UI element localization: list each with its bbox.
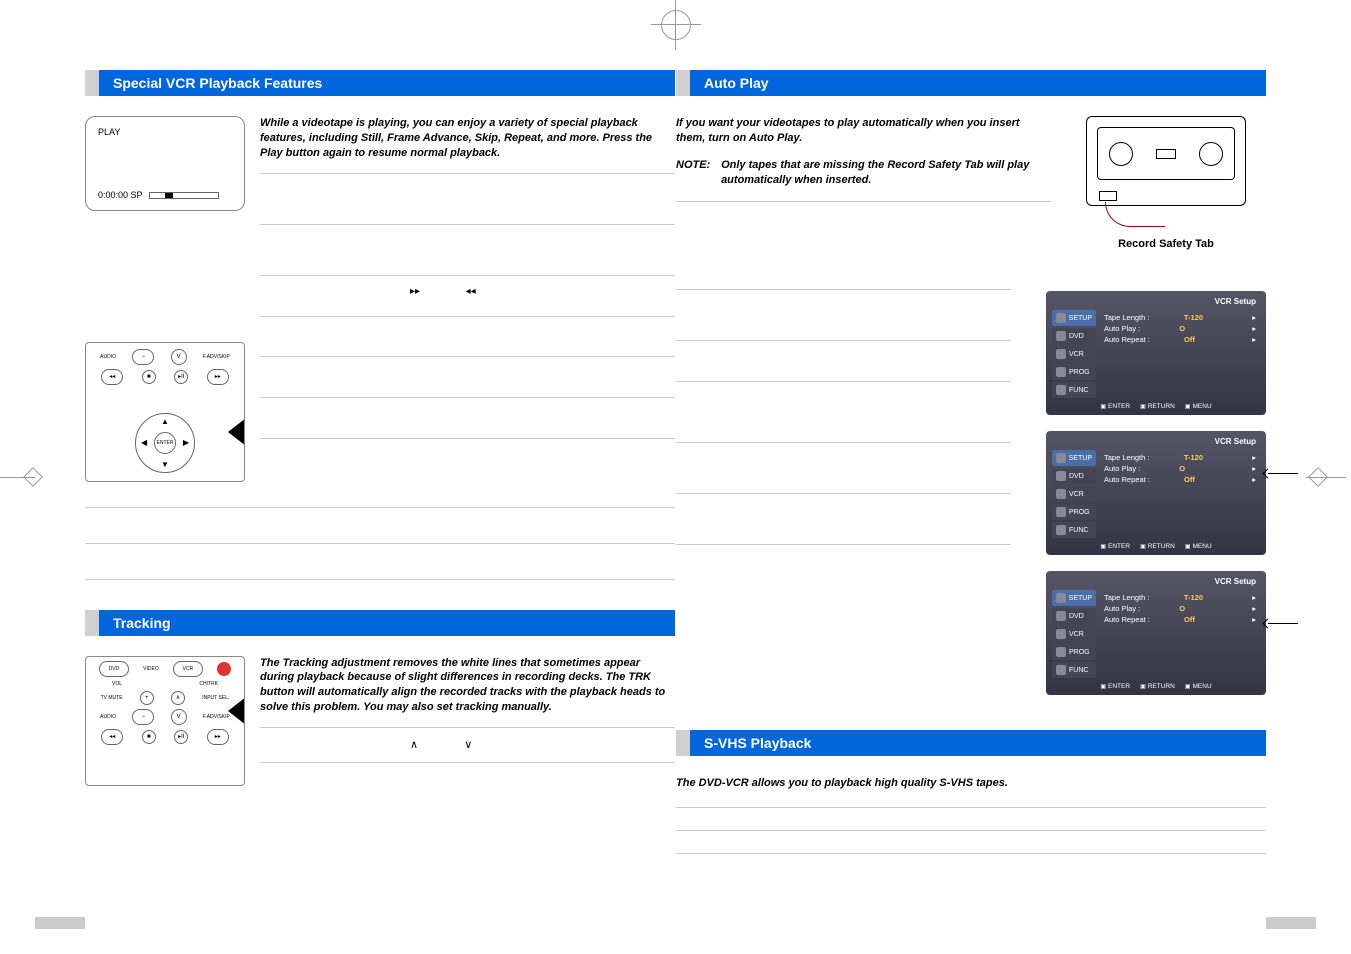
tracking-intro: The Tracking adjustment removes the whit… — [260, 656, 675, 715]
vcr-osd-display: PLAY 0:00:00 SP — [85, 116, 245, 211]
trk-up-icon: ∧ — [410, 739, 418, 751]
osd-row-autoplay: Auto Play : — [1104, 324, 1140, 333]
remote-audio-label: AUDIO — [100, 354, 116, 360]
remote-tvmute-label: TV MUTE — [101, 695, 123, 701]
section-header-autoplay: Auto Play — [676, 70, 1266, 96]
remote-dpad: ▲ ▼ ◀ ▶ ENTER — [135, 413, 195, 473]
ffwd-icon: ▸▸ — [410, 286, 420, 297]
osd-callout-arrow — [1268, 473, 1298, 474]
callout-arrow-icon — [228, 418, 245, 446]
osd-title: VCR Setup — [1050, 295, 1262, 308]
crop-mark-top — [656, 5, 696, 45]
svhs-intro: The DVD-VCR allows you to playback high … — [676, 776, 1266, 791]
footer-block-left — [35, 917, 85, 929]
rew-icon: ◂◂ — [466, 286, 476, 297]
note-label: NOTE: — [676, 158, 718, 173]
remote-dvd-btn: DVD — [99, 661, 129, 677]
osd-tab-vcr: VCR — [1069, 351, 1084, 358]
left-page: Special VCR Playback Features PLAY 0:00:… — [85, 70, 675, 870]
osd-tab-prog: PROG — [1069, 369, 1090, 376]
crop-mark-left — [0, 457, 45, 497]
autoplay-note: NOTE: Only tapes that are missing the Re… — [676, 158, 1051, 188]
osd-menu-2: VCR Setup SETUP DVD VCR PROG FUNC Tape L… — [1046, 431, 1266, 555]
crop-mark-right — [1306, 457, 1351, 497]
section-header-svhs: S-VHS Playback — [676, 730, 1266, 756]
osd-tab-func: FUNC — [1069, 387, 1088, 394]
record-safety-tab-label: Record Safety Tab — [1066, 238, 1266, 250]
right-page: Auto Play If you want your videotapes to… — [676, 70, 1266, 870]
remote-inputsel-label: INPUT SEL. — [202, 695, 229, 701]
osd-tab-dvd: DVD — [1069, 333, 1084, 340]
osd-footer-return: RETURN — [1140, 403, 1175, 410]
remote-chtrk-label: CH/TRK — [199, 681, 218, 687]
special-playback-intro: While a videotape is playing, you can en… — [260, 116, 675, 161]
cassette-illustration — [1086, 116, 1246, 206]
osd-menu-3: VCR Setup SETUP DVD VCR PROG FUNC Tape L… — [1046, 571, 1266, 695]
vcr-progress-bar — [149, 192, 219, 199]
osd-footer-enter: ENTER — [1100, 403, 1130, 410]
osd-row-autorepeat: Auto Repeat : — [1104, 335, 1150, 344]
footer-block-right — [1266, 917, 1316, 929]
remote-illustration-playback: AUDIO − V F.ADV/SKIP ◂◂ ■ ▸II ▸▸ ▲ ▼ ◀ ▶… — [85, 342, 245, 482]
osd-menu-1: VCR Setup SETUP DVD VCR PROG FUNC Tape L… — [1046, 291, 1266, 415]
remote-vol-label: VOL — [112, 681, 122, 687]
vcr-status: PLAY — [98, 127, 232, 137]
note-body: Only tapes that are missing the Record S… — [721, 158, 1048, 188]
callout-arrow-icon — [228, 697, 245, 725]
osd-tab-setup: SETUP — [1069, 315, 1092, 322]
osd-callout-arrow — [1268, 623, 1298, 624]
section-header-special-playback: Special VCR Playback Features — [85, 70, 675, 96]
section-header-tracking: Tracking — [85, 610, 675, 636]
autoplay-intro: If you want your videotapes to play auto… — [676, 116, 1051, 146]
remote-vcr-btn: VCR — [173, 661, 203, 677]
vcr-counter: 0:00:00 SP — [98, 190, 143, 200]
remote-enter-label: ENTER — [154, 432, 176, 454]
remote-illustration-tracking: DVD VIDEO VCR VOL CH/TRK TV MUTE + ∧ INP… — [85, 656, 245, 786]
osd-row-tapelength: Tape Length : — [1104, 313, 1149, 322]
osd-footer-menu: MENU — [1185, 403, 1212, 410]
trk-down-icon: ∨ — [464, 739, 472, 751]
remote-fadv-label: F.ADV/SKIP — [203, 354, 230, 360]
